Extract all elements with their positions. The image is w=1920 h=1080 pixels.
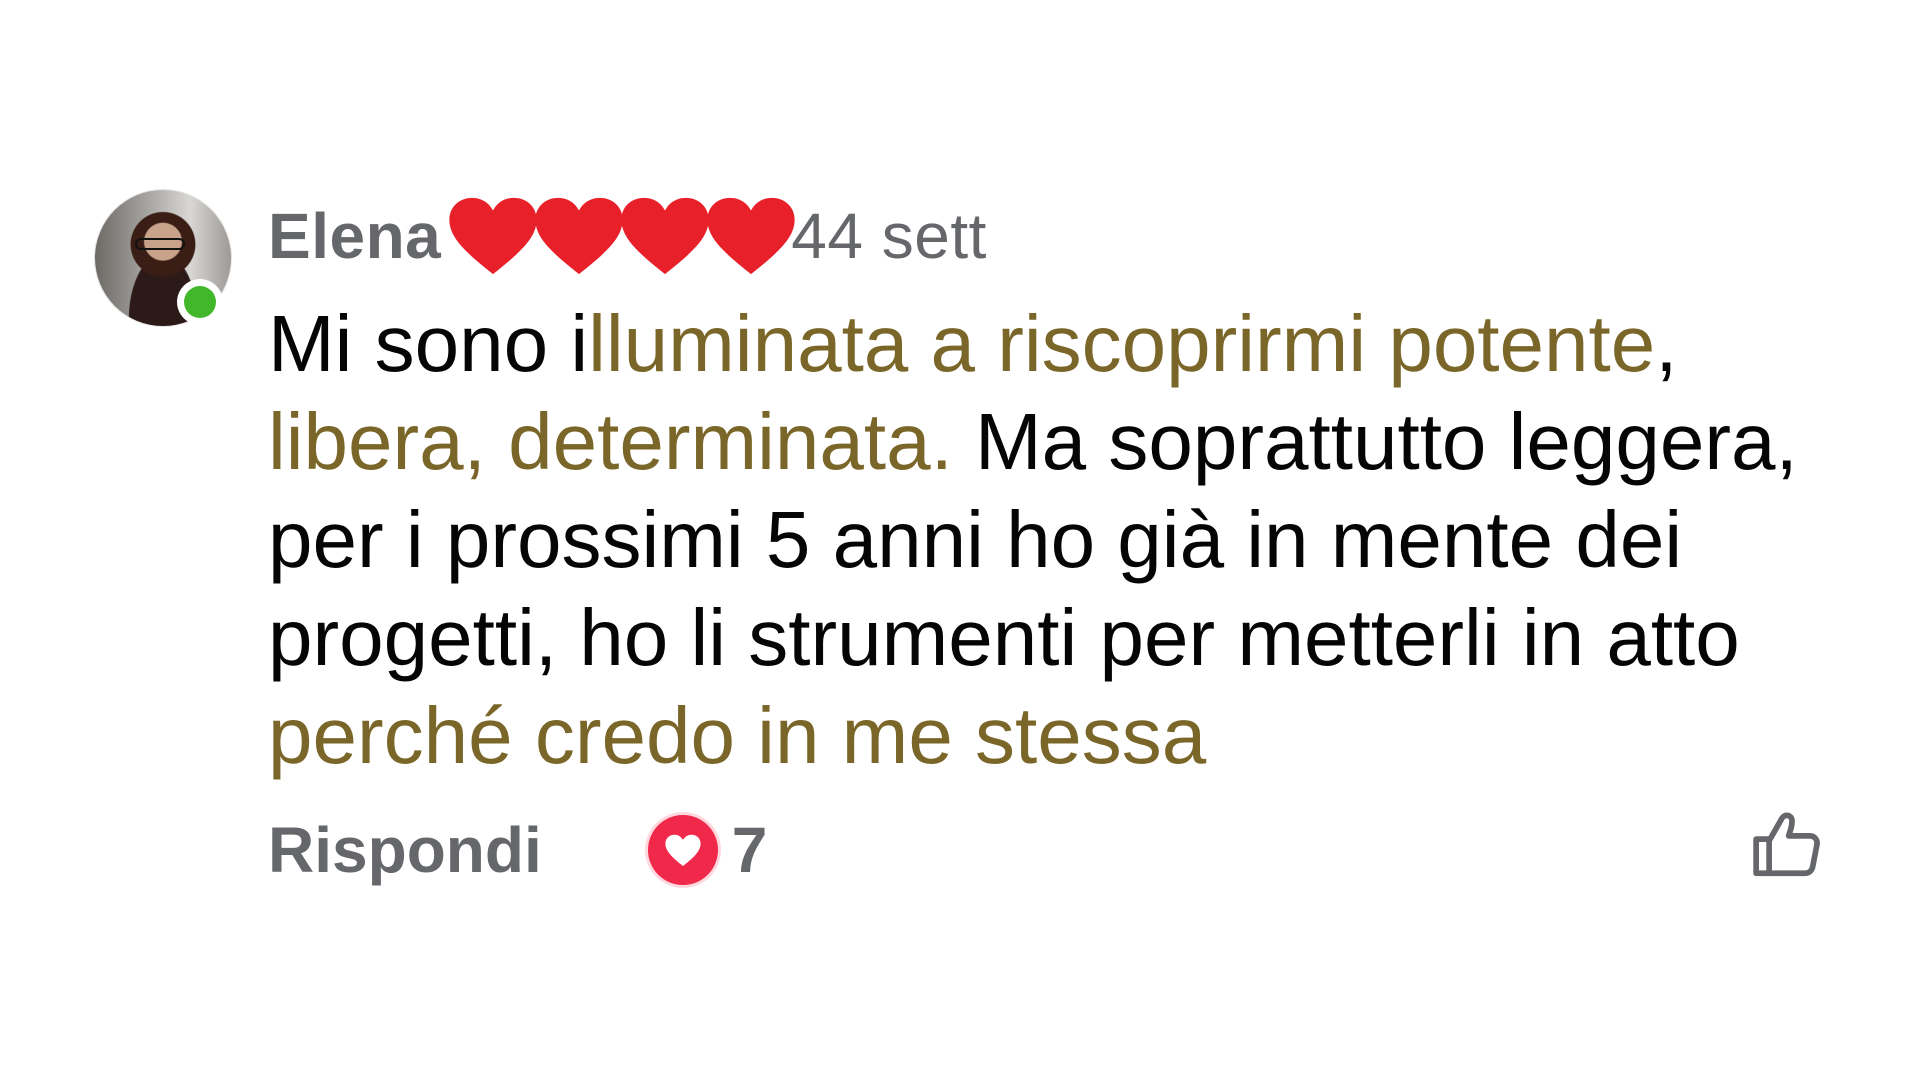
comment-timestamp[interactable]: 44 sett xyxy=(791,199,987,273)
heart-icon xyxy=(535,197,623,275)
comment-actions: Rispondi 7 xyxy=(268,810,767,890)
comment-line: progetti, ho li strumenti per metterli i… xyxy=(268,589,1868,687)
comment-text-segment: Ma soprattutto leggera, xyxy=(952,397,1798,486)
comment-header: Elena 44 sett xyxy=(268,196,987,276)
love-heart-icon xyxy=(647,815,718,885)
highlighted-text: libera, determinata. xyxy=(268,397,953,486)
comment-text-segment: Mi sono i xyxy=(268,299,589,388)
highlighted-text: lluminata a riscoprirmi potente xyxy=(588,299,1656,388)
author-name[interactable]: Elena xyxy=(268,199,441,273)
highlighted-text: perché credo in me stessa xyxy=(268,691,1207,780)
comment-line: Mi sono illuminata a riscoprirmi potente… xyxy=(268,295,1868,393)
reply-button[interactable]: Rispondi xyxy=(268,813,542,887)
name-redaction-hearts xyxy=(447,196,795,276)
comment-line: perché credo in me stessa xyxy=(268,687,1868,785)
comment-text-segment: progetti, ho li strumenti per metterli i… xyxy=(268,593,1740,682)
comment-text-segment: , xyxy=(1655,299,1678,388)
reaction-count: 7 xyxy=(731,814,768,886)
online-status-dot xyxy=(177,279,223,325)
avatar-glasses-detail xyxy=(135,238,185,250)
reaction-summary[interactable]: 7 xyxy=(647,813,768,887)
heart-icon xyxy=(621,197,709,275)
comment-line: libera, determinata. Ma soprattutto legg… xyxy=(268,393,1868,491)
comment-body: Mi sono illuminata a riscoprirmi potente… xyxy=(268,295,1868,785)
thumbs-up-outline-icon[interactable] xyxy=(1748,805,1826,883)
comment-card: Elena 44 sett Mi sono illuminata a risco… xyxy=(0,0,1920,1080)
comment-line: per i prossimi 5 anni ho già in mente de… xyxy=(268,491,1868,589)
comment-text-segment: per i prossimi 5 anni ho già in mente de… xyxy=(268,495,1683,584)
heart-icon xyxy=(449,197,537,275)
heart-icon xyxy=(707,197,795,275)
